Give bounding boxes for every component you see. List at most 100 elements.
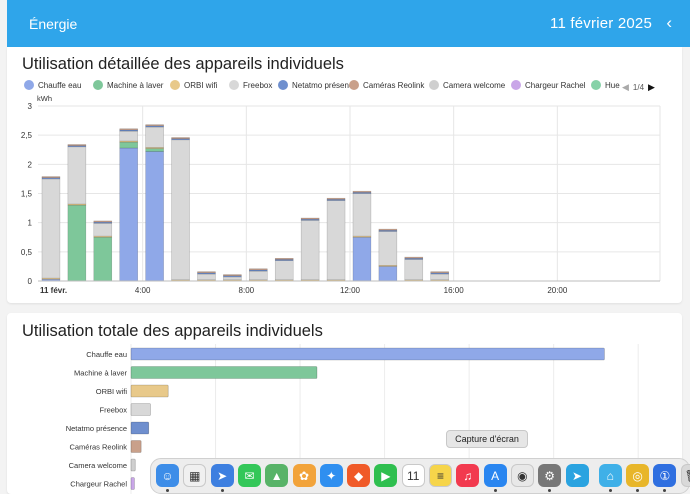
brave-icon[interactable]: ◆ bbox=[347, 464, 371, 487]
category-label: Camera welcome bbox=[69, 461, 127, 470]
running-indicator bbox=[663, 489, 667, 492]
category-label: Chauffe eau bbox=[86, 350, 127, 359]
legend-label: Machine à laver bbox=[107, 80, 164, 90]
onepassword-icon[interactable]: ① bbox=[653, 464, 677, 487]
legend-item[interactable]: Camera welcome bbox=[429, 80, 505, 90]
category-label: Netatmo présence bbox=[66, 424, 127, 433]
bar-segment bbox=[378, 228, 398, 231]
bar-segment bbox=[145, 151, 164, 282]
bar-segment bbox=[249, 268, 268, 271]
bar-segment bbox=[145, 148, 164, 152]
legend-label: Chargeur Rachel bbox=[525, 80, 586, 90]
running-indicator bbox=[166, 489, 169, 492]
bar-segment bbox=[430, 271, 449, 274]
bar-segment bbox=[404, 256, 424, 259]
chevron-left-icon[interactable]: ‹ bbox=[666, 13, 672, 33]
legend-item[interactable]: Caméras Reolink bbox=[349, 80, 424, 90]
home-assistant-icon[interactable]: ⌂ bbox=[598, 464, 622, 487]
bar-segment bbox=[67, 204, 87, 282]
calendar-icon[interactable]: 11 bbox=[401, 464, 425, 487]
notes-icon[interactable]: ≡ bbox=[429, 464, 452, 487]
total-bar bbox=[130, 440, 142, 453]
legend-pager: ◀ 1/4 ▶ bbox=[622, 80, 674, 94]
y-tick-label: 3 bbox=[28, 102, 33, 111]
bar-segment bbox=[93, 220, 113, 223]
safari-icon[interactable]: ✦ bbox=[319, 464, 343, 487]
photos-icon[interactable]: ✿ bbox=[292, 464, 316, 487]
bar-segment bbox=[119, 128, 138, 131]
facetime-icon[interactable]: ▶ bbox=[374, 464, 398, 487]
detailed-usage-title: Utilisation détaillée des appareils indi… bbox=[22, 55, 344, 73]
bar-segment bbox=[300, 220, 320, 281]
bar-segment bbox=[119, 141, 138, 149]
y-tick-label: 1 bbox=[28, 219, 33, 228]
legend-dot bbox=[170, 80, 180, 90]
legend-label: Netatmo présence bbox=[292, 80, 358, 90]
legend-page-indicator: 1/4 bbox=[632, 82, 645, 92]
safari-nav-icon[interactable]: ➤ bbox=[210, 464, 234, 487]
bar-segment bbox=[378, 266, 398, 282]
messages-icon[interactable]: ✉ bbox=[237, 464, 261, 487]
legend-label: Camera welcome bbox=[443, 80, 506, 90]
total-bar bbox=[130, 366, 318, 379]
screenshot-icon[interactable]: ◉ bbox=[510, 464, 534, 487]
total-usage-title: Utilisation totale des appareils individ… bbox=[22, 322, 323, 340]
legend-dot bbox=[93, 80, 103, 90]
category-label: Chargeur Rachel bbox=[70, 480, 127, 489]
total-bar bbox=[130, 421, 150, 435]
bar-segment bbox=[41, 176, 61, 179]
legend-dot bbox=[24, 80, 34, 90]
total-bar bbox=[130, 384, 169, 398]
app-store-icon[interactable]: A bbox=[483, 464, 507, 487]
launchpad-icon[interactable]: ▦ bbox=[183, 464, 207, 487]
maps-icon[interactable]: ▲ bbox=[265, 464, 289, 487]
legend-prev-icon[interactable]: ◀ bbox=[622, 82, 629, 93]
legend-item[interactable]: Machine à laver bbox=[93, 80, 163, 90]
app-header: Énergie 11 février 2025 ‹ bbox=[7, 0, 690, 47]
telegram-icon[interactable]: ➤ bbox=[565, 464, 589, 487]
bar-segment bbox=[171, 137, 190, 139]
x-tick-label: 20:00 bbox=[547, 286, 568, 295]
y-tick-label: 0,5 bbox=[21, 248, 33, 257]
chrome-icon[interactable]: ◎ bbox=[626, 464, 650, 487]
page-title: Énergie bbox=[29, 16, 78, 32]
running-indicator bbox=[636, 489, 640, 492]
system-settings-icon[interactable]: ⚙ bbox=[538, 464, 562, 487]
y-tick-label: 2 bbox=[28, 160, 33, 169]
bar-segment bbox=[326, 200, 346, 281]
legend-dot bbox=[429, 80, 439, 90]
bar-segment bbox=[326, 197, 346, 200]
y-tick-label: 2,5 bbox=[21, 131, 33, 140]
bar-segment bbox=[352, 237, 372, 282]
category-label: Freebox bbox=[99, 406, 127, 415]
legend-dot bbox=[229, 80, 239, 90]
finder-icon[interactable]: ☺ bbox=[156, 464, 179, 487]
music-icon[interactable]: ♫ bbox=[456, 464, 480, 487]
bar-segment bbox=[274, 260, 294, 281]
legend-item[interactable]: Chargeur Rachel bbox=[511, 80, 585, 90]
legend-next-icon[interactable]: ▶ bbox=[648, 82, 655, 93]
x-tick-label: 11 févr. bbox=[40, 286, 67, 295]
legend-item[interactable]: ORBI wifi bbox=[170, 80, 217, 90]
running-indicator bbox=[493, 489, 497, 492]
trash-icon[interactable]: 🗑 bbox=[680, 464, 690, 487]
bar-segment bbox=[93, 237, 113, 282]
running-indicator bbox=[548, 489, 552, 492]
macos-dock: ☺▦➤✉▲✿✦◆▶11≡♫A◉⚙➤⌂◎①🗑 bbox=[150, 458, 690, 494]
bar-segment bbox=[223, 274, 242, 276]
date-picker[interactable]: 11 février 2025 bbox=[550, 15, 652, 32]
x-tick-label: 12:00 bbox=[340, 286, 361, 295]
bar-segment bbox=[352, 193, 372, 237]
legend-item[interactable]: Netatmo présence bbox=[278, 80, 357, 90]
legend-label: ORBI wifi bbox=[184, 80, 218, 90]
category-label: Caméras Reolink bbox=[69, 443, 127, 452]
bar-segment bbox=[378, 231, 398, 266]
legend-label: Freebox bbox=[243, 80, 273, 90]
legend-item[interactable]: Freebox bbox=[229, 80, 272, 90]
x-tick-label: 8:00 bbox=[239, 286, 255, 295]
running-indicator bbox=[608, 489, 612, 492]
bar-segment bbox=[119, 147, 138, 282]
bar-segment bbox=[430, 273, 449, 281]
legend-dot bbox=[591, 80, 601, 90]
legend-item[interactable]: Chauffe eau bbox=[24, 80, 81, 90]
